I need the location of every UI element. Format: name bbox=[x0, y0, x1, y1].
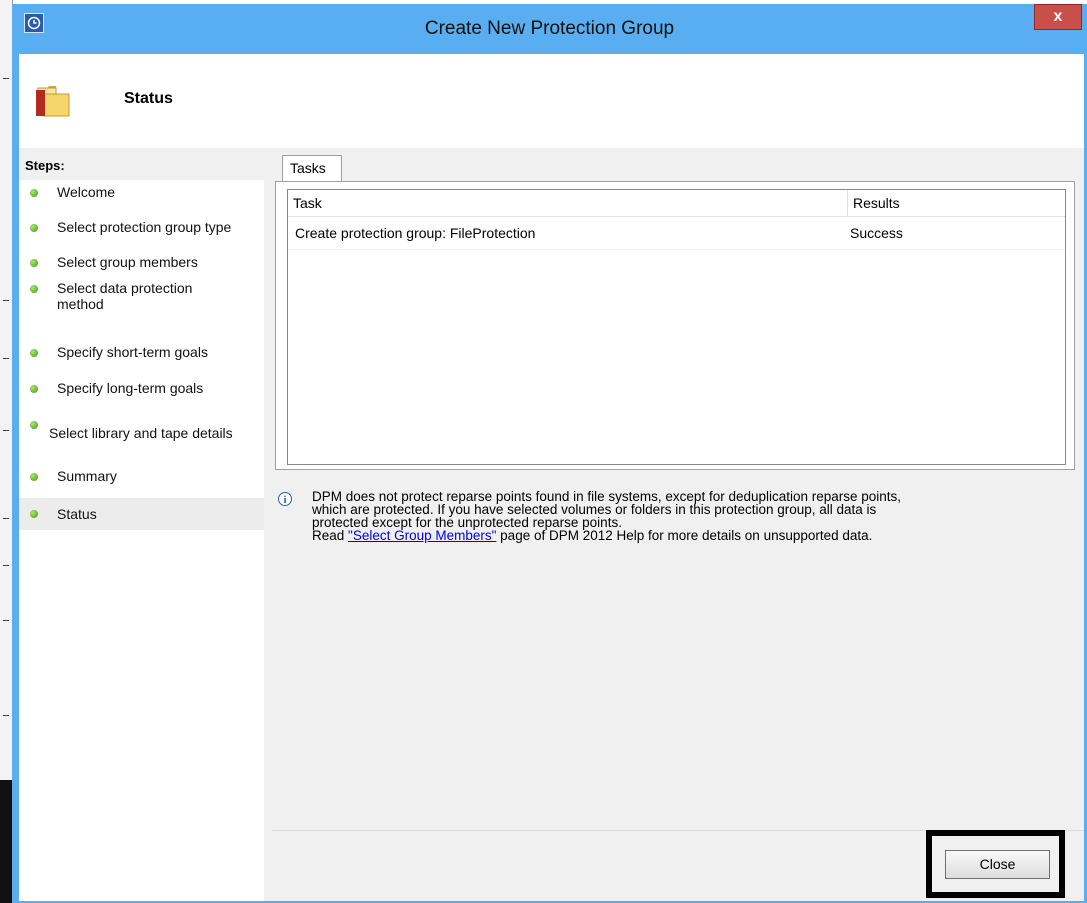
edge-mark bbox=[3, 565, 9, 566]
select-group-members-help-link[interactable]: "Select Group Members" bbox=[348, 528, 496, 543]
status-complete-icon bbox=[30, 385, 38, 393]
status-complete-icon bbox=[30, 224, 38, 232]
step-select-library-and-tape-details[interactable]: Select library and tape details bbox=[19, 416, 264, 468]
close-button[interactable]: Close bbox=[945, 850, 1050, 879]
edge-mark bbox=[3, 358, 9, 359]
page-title: Status bbox=[124, 90, 173, 107]
info-read-line: Read "Select Group Members" page of DPM … bbox=[312, 528, 1072, 543]
edge-mark bbox=[3, 78, 9, 79]
step-label: Summary bbox=[57, 468, 117, 484]
result-cell: Success bbox=[850, 225, 903, 241]
close-button-highlight: Close bbox=[926, 830, 1065, 898]
tab-tasks[interactable]: Tasks bbox=[282, 155, 342, 181]
step-select-group-members[interactable]: Select group members bbox=[19, 254, 264, 280]
edge-mark bbox=[3, 518, 9, 519]
steps-heading: Steps: bbox=[19, 152, 264, 180]
table-row[interactable]: Create protection group: FileProtection … bbox=[288, 217, 1065, 250]
step-select-data-protection-method[interactable]: Select data protection method bbox=[19, 280, 207, 344]
step-summary[interactable]: Summary bbox=[19, 468, 264, 498]
background-dark-band bbox=[0, 780, 12, 903]
tasks-table[interactable]: Task Results Create protection group: Fi… bbox=[287, 189, 1066, 465]
window-title: Create New Protection Group bbox=[424, 18, 675, 39]
step-label: Select group members bbox=[57, 254, 198, 270]
status-complete-icon bbox=[30, 285, 38, 293]
status-complete-icon bbox=[30, 349, 38, 357]
step-label: Select protection group type bbox=[57, 219, 232, 235]
main-content: Tasks Task Results Create protection gro… bbox=[272, 152, 1084, 901]
read-prefix: Read bbox=[312, 528, 349, 543]
status-complete-icon bbox=[30, 473, 38, 481]
task-cell: Create protection group: FileProtection bbox=[295, 225, 536, 241]
step-status[interactable]: Status bbox=[19, 498, 264, 530]
dialog-window: Create New Protection Group x Status Ste… bbox=[12, 4, 1087, 903]
column-header-task[interactable]: Task bbox=[288, 190, 848, 216]
status-complete-icon bbox=[30, 510, 38, 518]
step-label: Specify long-term goals bbox=[57, 380, 204, 396]
info-icon: i bbox=[278, 492, 292, 506]
edge-mark bbox=[3, 430, 9, 431]
title-bar[interactable]: Create New Protection Group x bbox=[12, 4, 1087, 54]
column-header-results[interactable]: Results bbox=[848, 190, 1065, 216]
step-label: Select data protection method bbox=[57, 280, 193, 312]
edge-mark bbox=[3, 715, 9, 716]
step-label: Select library and tape details bbox=[49, 425, 233, 441]
page-header: Status bbox=[19, 54, 1084, 148]
close-window-button[interactable]: x bbox=[1034, 4, 1082, 30]
dialog-client-area: Status Steps: Welcome Select protection … bbox=[19, 54, 1084, 901]
table-header: Task Results bbox=[288, 190, 1065, 217]
folder-icon bbox=[34, 82, 74, 121]
step-label: Welcome bbox=[57, 184, 116, 200]
step-label: Specify short-term goals bbox=[57, 344, 208, 360]
status-complete-icon bbox=[30, 259, 38, 267]
tasks-tab-panel: Task Results Create protection group: Fi… bbox=[275, 181, 1075, 470]
step-specify-long-term-goals[interactable]: Specify long-term goals bbox=[19, 380, 264, 416]
info-text: DPM does not protect reparse points foun… bbox=[312, 490, 1072, 543]
edge-mark bbox=[3, 620, 9, 621]
step-label: Status bbox=[57, 506, 97, 522]
status-complete-icon bbox=[30, 421, 38, 429]
step-specify-short-term-goals[interactable]: Specify short-term goals bbox=[19, 344, 264, 380]
read-suffix: page of DPM 2012 Help for more details o… bbox=[496, 528, 873, 543]
edge-mark bbox=[3, 300, 9, 301]
steps-panel: Steps: Welcome Select protection group t… bbox=[19, 152, 264, 901]
close-icon: x bbox=[1053, 8, 1063, 25]
step-select-protection-group-type[interactable]: Select protection group type bbox=[19, 219, 264, 254]
step-welcome[interactable]: Welcome bbox=[19, 184, 264, 219]
status-complete-icon bbox=[30, 189, 38, 197]
